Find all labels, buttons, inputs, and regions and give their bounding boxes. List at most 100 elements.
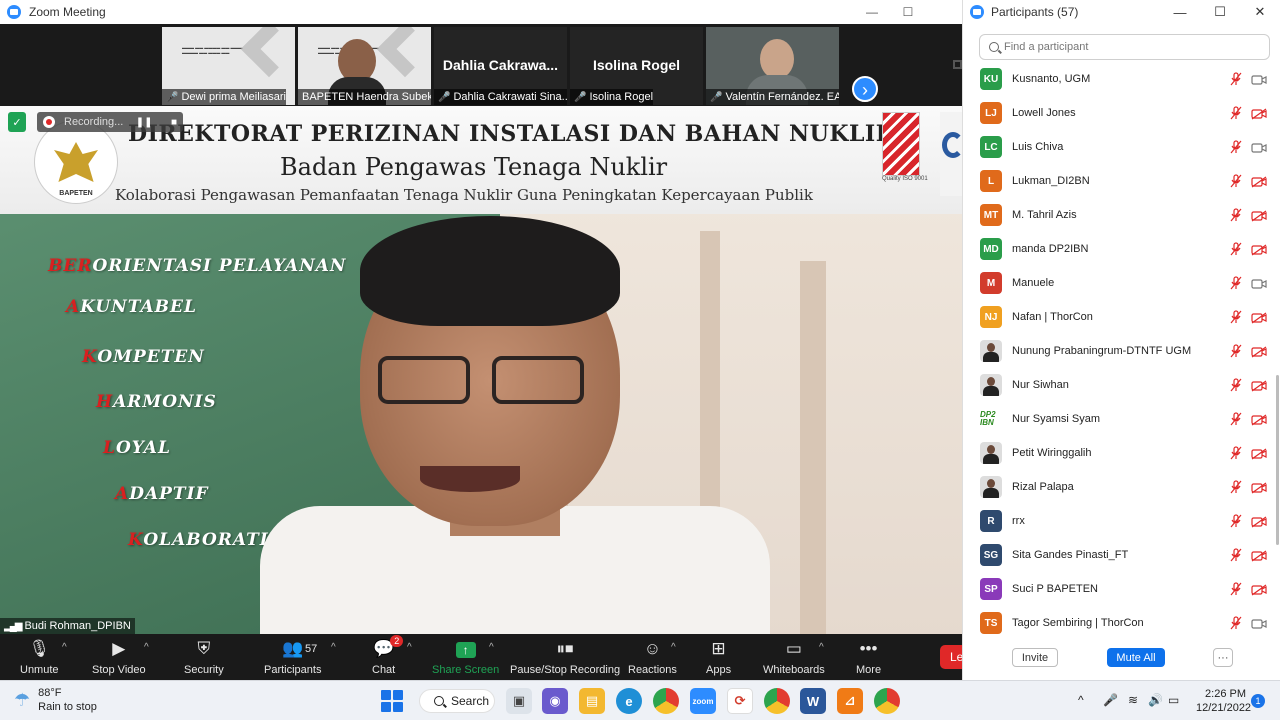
video-off-icon[interactable] <box>1251 107 1267 120</box>
video-tile[interactable]: ▬▬▬ ▬▬ ▬▬▬▬ ▬▬ ▬▬▬ ▬▬▬▬ ▬▬ ▬▬▬ BAPETEN H… <box>298 27 431 105</box>
video-camera-icon[interactable] <box>1251 617 1267 629</box>
next-page-arrow-icon[interactable]: › <box>852 76 878 102</box>
wifi-icon[interactable]: ≋ <box>1128 693 1138 707</box>
participant-row[interactable]: TS Tagor Sembiring | ThorCon <box>963 606 1273 634</box>
participant-row[interactable]: SP Suci P BAPETEN <box>963 572 1273 606</box>
chat-button[interactable]: 💬 2 Chat <box>372 635 404 678</box>
video-camera-icon[interactable] <box>1251 277 1267 289</box>
minimize-button[interactable]: — <box>1160 0 1200 24</box>
chrome-icon[interactable] <box>874 688 900 714</box>
video-off-icon[interactable] <box>1251 515 1267 528</box>
app-icon[interactable]: ⟳ <box>727 688 753 714</box>
video-off-icon[interactable] <box>1251 481 1267 494</box>
whiteboards-button[interactable]: ▭ Whiteboards <box>763 638 825 678</box>
muted-mic-icon[interactable] <box>1230 344 1242 358</box>
security-button[interactable]: ⛨ Security <box>184 638 224 678</box>
muted-mic-icon[interactable] <box>1230 140 1242 154</box>
close-button[interactable]: ✕ <box>1240 0 1280 24</box>
stop-recording-icon[interactable]: ■ <box>171 117 177 128</box>
maximize-button[interactable]: ☐ <box>1200 0 1240 24</box>
video-off-icon[interactable] <box>1251 447 1267 460</box>
participant-row[interactable]: L Lukman_DI2BN <box>963 164 1273 198</box>
app-icon[interactable]: ⊿ <box>837 688 863 714</box>
apps-button[interactable]: ⊞ Apps <box>706 638 731 678</box>
participant-search[interactable] <box>979 34 1270 60</box>
video-off-icon[interactable] <box>1251 413 1267 426</box>
weather-widget[interactable]: ☂ 88°F Rain to stop <box>14 686 97 714</box>
share-options-caret-icon[interactable]: ^ <box>489 642 494 653</box>
video-options-caret-icon[interactable]: ^ <box>144 642 149 653</box>
video-off-icon[interactable] <box>1251 311 1267 324</box>
participant-row[interactable]: MT M. Tahril Azis <box>963 198 1273 232</box>
muted-mic-icon[interactable] <box>1230 174 1242 188</box>
edge-browser-icon[interactable]: e <box>616 688 642 714</box>
video-off-icon[interactable] <box>1251 243 1267 256</box>
participant-row[interactable]: Nur Siwhan <box>963 368 1273 402</box>
participant-row[interactable]: Nunung Prabaningrum-DTNTF UGM <box>963 334 1273 368</box>
video-off-icon[interactable] <box>1251 209 1267 222</box>
pause-stop-recording-button[interactable]: ⏸⏹ Pause/Stop Recording <box>510 638 620 678</box>
video-tile[interactable]: Isolina Rogel 🎤 Isolina Rogel <box>570 27 703 105</box>
close-button[interactable] <box>926 0 962 24</box>
muted-mic-icon[interactable] <box>1230 276 1242 290</box>
whiteboards-options-caret-icon[interactable]: ^ <box>819 642 824 653</box>
word-icon[interactable]: W <box>800 688 826 714</box>
participant-row[interactable]: MD manda DP2IBN <box>963 232 1273 266</box>
more-options-button[interactable]: ··· <box>1213 648 1233 667</box>
participant-row[interactable]: DP2 IBN Nur Syamsi Syam <box>963 402 1273 436</box>
maximize-button[interactable]: ☐ <box>890 0 926 24</box>
video-off-icon[interactable] <box>1251 549 1267 562</box>
video-tile[interactable]: Dahlia Cakrawa... 🎤 Dahlia Cakrawati Sina… <box>434 27 567 105</box>
reactions-options-caret-icon[interactable]: ^ <box>671 642 676 653</box>
muted-mic-icon[interactable] <box>1230 310 1242 324</box>
reactions-button[interactable]: ☺ Reactions <box>628 638 677 678</box>
video-camera-icon[interactable] <box>1251 73 1267 85</box>
participant-row[interactable]: SG Sita Gandes Pinasti_FT <box>963 538 1273 572</box>
chrome-profile-icon[interactable] <box>764 688 790 714</box>
task-view-icon[interactable]: ▣ <box>506 688 532 714</box>
muted-mic-icon[interactable] <box>1230 514 1242 528</box>
system-clock[interactable]: 2:26 PM 12/21/2022 <box>1196 687 1251 715</box>
zoom-taskbar-icon[interactable]: zoom <box>690 688 716 714</box>
muted-mic-icon[interactable] <box>1230 242 1242 256</box>
notification-badge[interactable]: 1 <box>1251 694 1265 708</box>
participant-row[interactable]: NJ Nafan | ThorCon <box>963 300 1273 334</box>
pause-recording-icon[interactable]: ❚❚ <box>136 117 153 128</box>
video-off-icon[interactable] <box>1251 379 1267 392</box>
muted-mic-icon[interactable] <box>1230 208 1242 222</box>
view-grid-icon[interactable] <box>953 60 962 69</box>
muted-mic-icon[interactable] <box>1230 412 1242 426</box>
video-tile[interactable]: ▬▬▬ ▬▬ ▬▬▬▬ ▬▬ ▬▬▬ ▬▬▬▬ ▬▬ ▬▬▬ ▬▬ 🎤 Dewi … <box>162 27 295 105</box>
encryption-shield-icon[interactable]: ✓ <box>8 112 26 132</box>
muted-mic-icon[interactable] <box>1230 548 1242 562</box>
participant-row[interactable]: LJ Lowell Jones <box>963 96 1273 130</box>
stop-video-button[interactable]: ▶ Stop Video <box>92 638 146 678</box>
muted-mic-icon[interactable] <box>1230 72 1242 86</box>
scrollbar[interactable] <box>1276 375 1279 545</box>
participant-row[interactable]: M Manuele <box>963 266 1273 300</box>
start-button[interactable] <box>381 690 403 712</box>
chat-options-caret-icon[interactable]: ^ <box>407 642 412 653</box>
participant-row[interactable]: LC Luis Chiva <box>963 130 1273 164</box>
unmute-button[interactable]: 🎙 Unmute <box>20 638 59 678</box>
show-hidden-icons-chevron-icon[interactable]: ^ <box>1078 693 1084 707</box>
mute-all-button[interactable]: Mute All <box>1107 648 1165 667</box>
video-off-icon[interactable] <box>1251 345 1267 358</box>
file-explorer-icon[interactable]: ▤ <box>579 688 605 714</box>
muted-mic-icon[interactable] <box>1230 480 1242 494</box>
battery-icon[interactable]: ▭ <box>1168 693 1179 707</box>
teams-chat-icon[interactable]: ◉ <box>542 688 568 714</box>
invite-button[interactable]: Invite <box>1012 648 1058 667</box>
participant-row[interactable]: Rizal Palapa <box>963 470 1273 504</box>
muted-mic-icon[interactable] <box>1230 446 1242 460</box>
video-off-icon[interactable] <box>1251 583 1267 596</box>
video-tile[interactable]: 🎤 Valentín Fernández. EAI <box>706 27 839 105</box>
taskbar-search[interactable]: Search <box>419 689 495 713</box>
video-camera-icon[interactable] <box>1251 141 1267 153</box>
participant-row[interactable]: Rrrx <box>963 504 1273 538</box>
search-input[interactable] <box>1004 41 1244 53</box>
more-button[interactable]: ••• More <box>856 638 881 678</box>
participants-options-caret-icon[interactable]: ^ <box>331 642 336 653</box>
chrome-icon[interactable] <box>653 688 679 714</box>
participant-row[interactable]: KU Kusnanto, UGM <box>963 62 1273 96</box>
